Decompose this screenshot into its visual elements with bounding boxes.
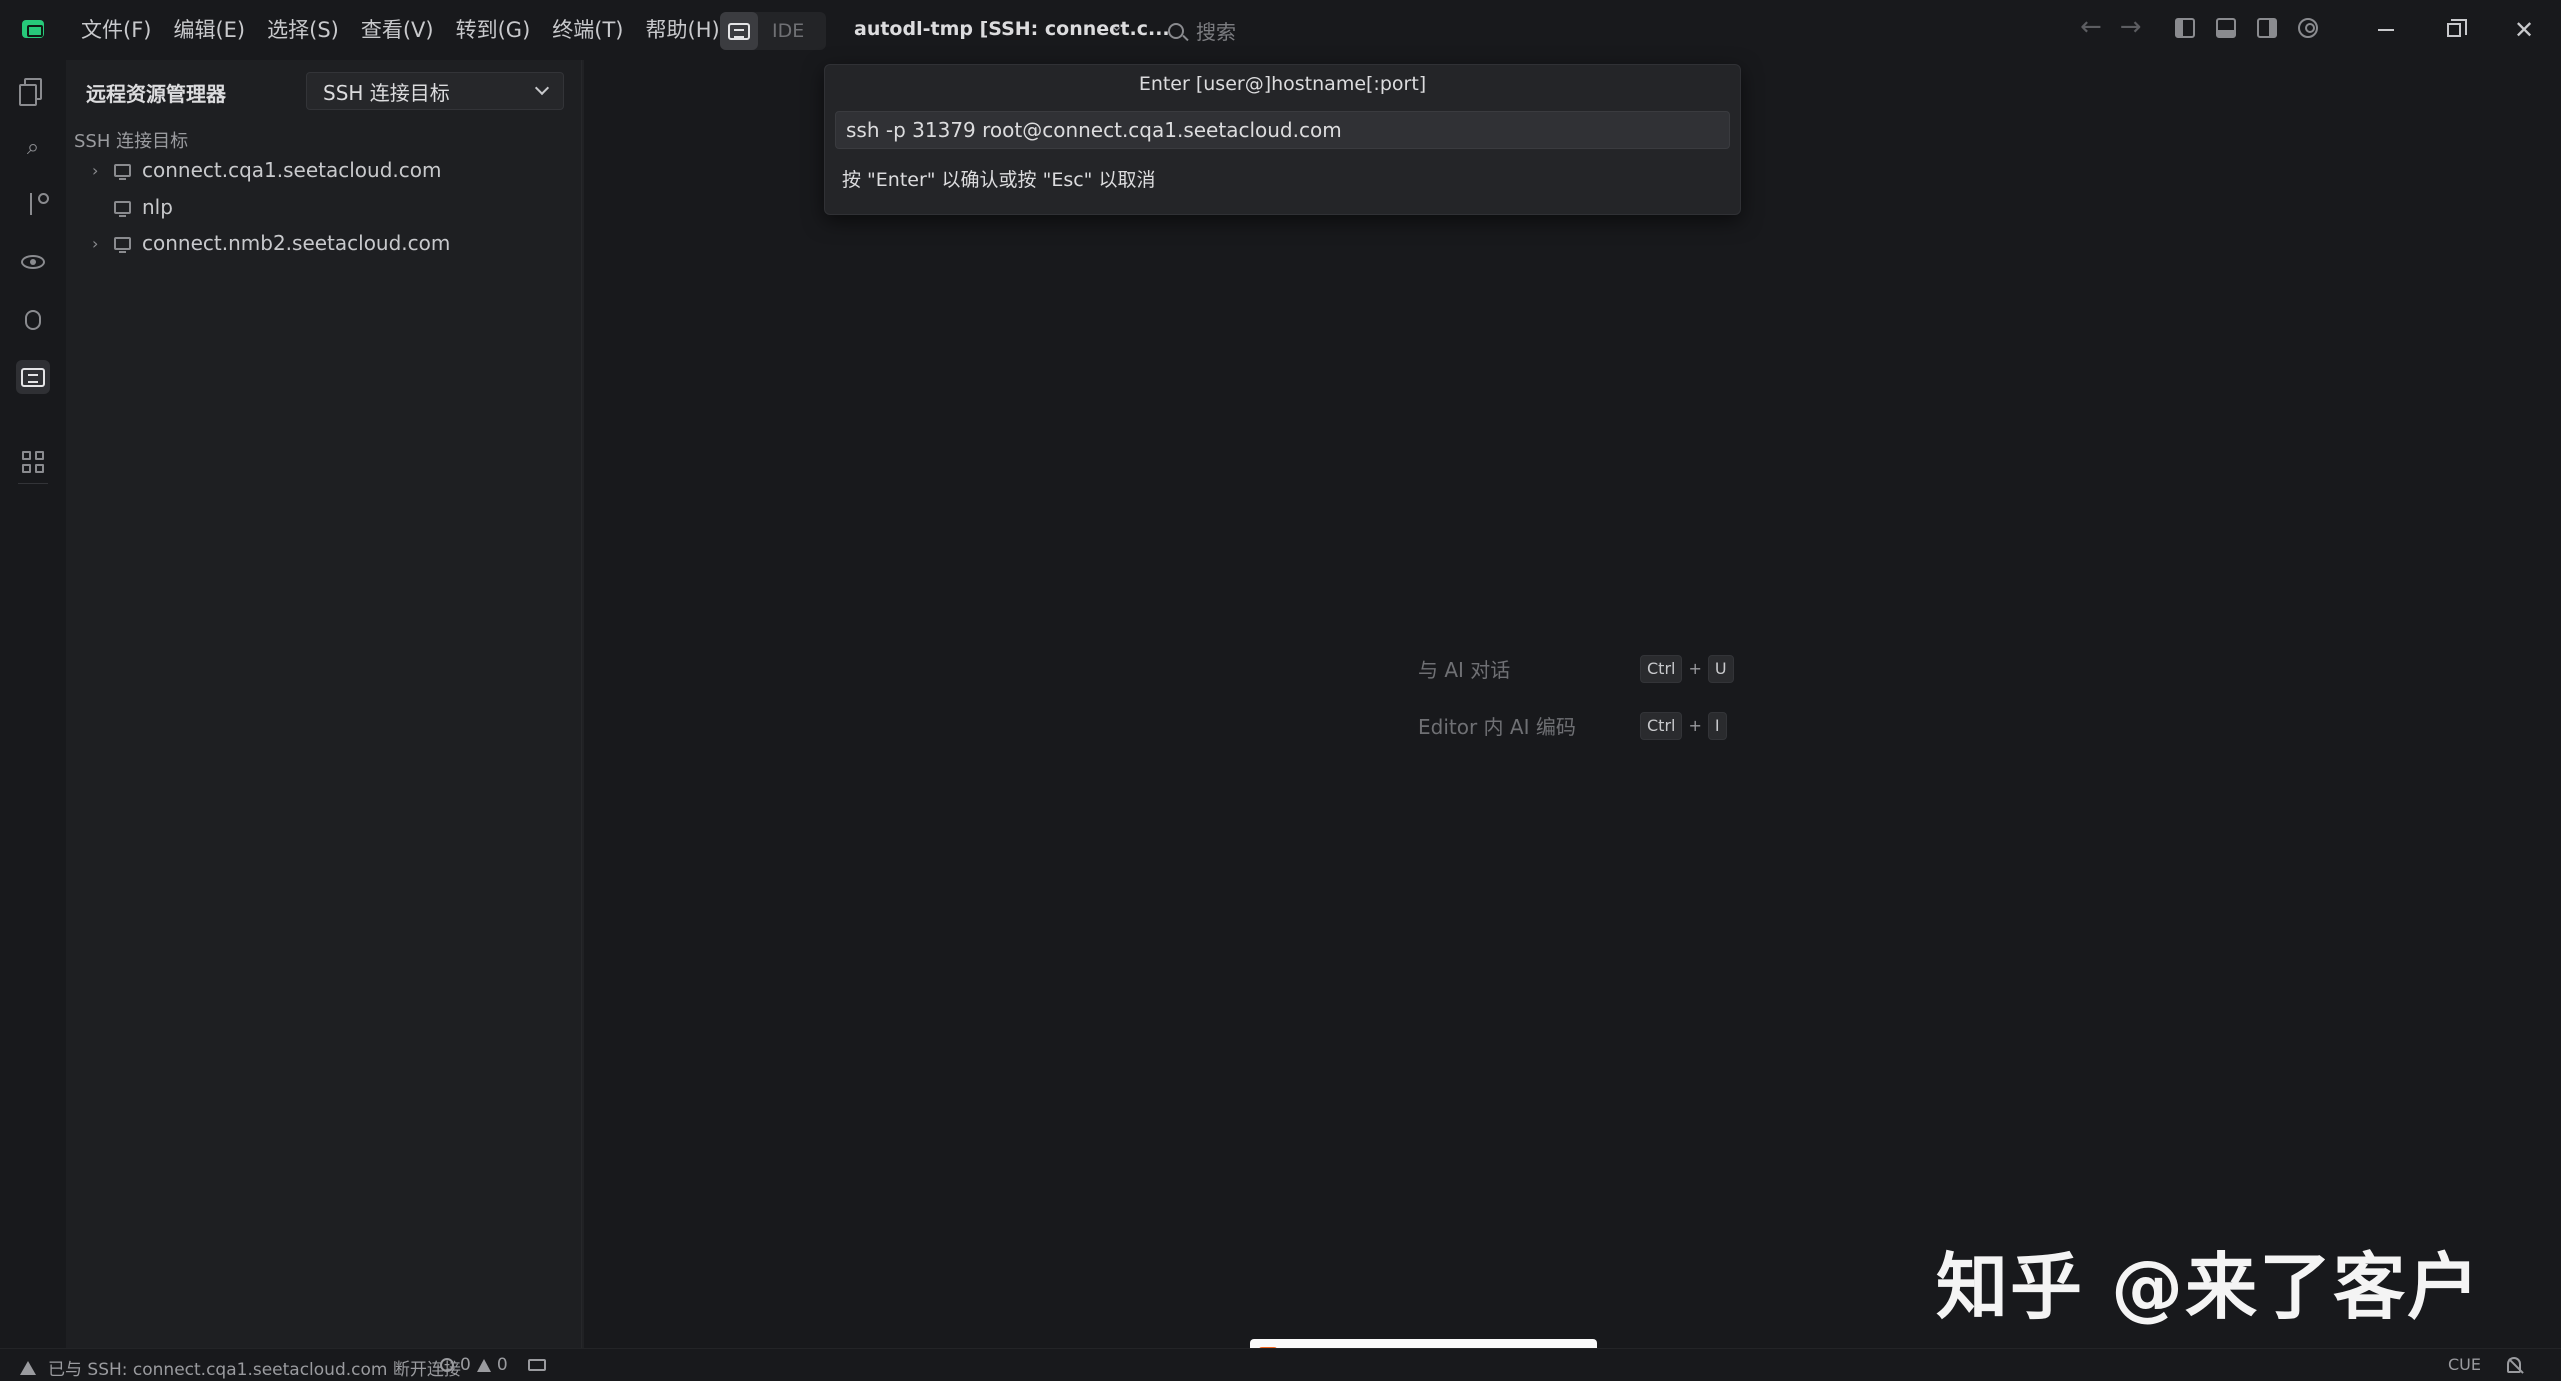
activity-bar: ⌕ [0, 60, 66, 1348]
kbd-key: Ctrl [1640, 654, 1683, 683]
restore-icon [2447, 19, 2467, 37]
toggle-primary-sidebar-icon[interactable] [2175, 18, 2195, 38]
close-button[interactable]: ✕ [2490, 0, 2558, 60]
hint-label: 与 AI 对话 [1418, 658, 1511, 682]
search-icon[interactable]: ⌕ [16, 130, 50, 164]
menu-file[interactable]: 文件(F) [70, 0, 162, 60]
quick-input-title: Enter [user@]hostname[:port] [1138, 73, 1427, 95]
menu-help[interactable]: 帮助(H) [635, 0, 731, 60]
mode-toggle: IDE [720, 12, 826, 50]
ssh-target-item[interactable]: › connect.nmb2.seetacloud.com [66, 226, 582, 260]
remote-explorer-sidebar: 远程资源管理器 SSH 连接目标 SSH 连接目标 › connect.cqa1… [66, 60, 582, 1348]
remote-window-icon [728, 22, 750, 40]
kbd-plus: + [1688, 659, 1702, 678]
notifications-off-icon[interactable] [2507, 1356, 2521, 1373]
chevron-right-icon[interactable]: › [92, 234, 114, 253]
monitor-icon [114, 200, 131, 217]
keyboard-icon[interactable] [527, 1359, 546, 1371]
layout-controls [2175, 18, 2318, 38]
source-control-icon[interactable] [16, 187, 50, 221]
quick-input-dialog: Enter [user@]hostname[:port] 按 "Enter" 以… [824, 64, 1741, 215]
editor-mode-button[interactable] [720, 12, 758, 50]
chevron-down-icon [534, 80, 550, 96]
ssh-target-item[interactable]: › connect.cqa1.seetacloud.com [66, 153, 582, 187]
command-center-search[interactable]: 搜索 [1168, 16, 1236, 45]
monitor-icon [114, 163, 131, 180]
title-bar: 文件(F) 编辑(E) 选择(S) 查看(V) 转到(G) 终端(T) 帮助(H… [0, 0, 2561, 60]
go-back-button[interactable]: ← [2080, 12, 2102, 42]
menu-go[interactable]: 转到(G) [445, 0, 542, 60]
menu-selection[interactable]: 选择(S) [256, 0, 350, 60]
minimize-button[interactable] [2352, 0, 2420, 60]
kbd-plus: + [1688, 716, 1702, 735]
monitor-icon [114, 236, 131, 253]
quick-input-hint: 按 "Enter" 以确认或按 "Esc" 以取消 [842, 169, 1156, 191]
toggle-panel-icon[interactable] [2216, 18, 2236, 38]
editor-area: 与 AI 对话 Ctrl + U Editor 内 AI 编码 Ctrl + I [584, 60, 2561, 1348]
menu-bar: 文件(F) 编辑(E) 选择(S) 查看(V) 转到(G) 终端(T) 帮助(H… [70, 0, 731, 60]
kbd-key: Ctrl [1640, 711, 1683, 740]
ssh-target-label: nlp [142, 195, 173, 219]
status-bar: 已与 SSH: connect.cqa1.seetacloud.com 断开连接… [0, 1348, 2561, 1381]
ide-mode-button[interactable]: IDE [772, 20, 804, 42]
watermark: 知乎 @来了客户 [1936, 1245, 2482, 1329]
ssh-command-input[interactable] [835, 111, 1730, 149]
sidebar-title: 远程资源管理器 [86, 82, 226, 106]
close-icon: ✕ [2513, 16, 2535, 44]
explorer-icon[interactable] [16, 72, 50, 106]
ssh-target-label: connect.cqa1.seetacloud.com [142, 158, 442, 182]
ssh-target-item[interactable]: nlp [66, 190, 582, 224]
ssh-target-label: connect.nmb2.seetacloud.com [142, 231, 451, 255]
chevron-right-icon[interactable]: › [92, 161, 114, 180]
error-count: 0 [460, 1355, 471, 1375]
remote-status[interactable]: 已与 SSH: connect.cqa1.seetacloud.com 断开连接 [20, 1355, 461, 1380]
hint-label: Editor 内 AI 编码 [1418, 715, 1576, 739]
restore-button[interactable] [2420, 0, 2488, 60]
problems-indicator[interactable]: 0 0 [440, 1355, 546, 1375]
account-icon[interactable] [2298, 18, 2318, 38]
activity-divider [18, 483, 48, 484]
app-logo-icon [22, 20, 44, 38]
status-right: CUE [2448, 1355, 2521, 1374]
menu-edit[interactable]: 编辑(E) [162, 0, 256, 60]
cue-indicator[interactable]: CUE [2448, 1355, 2481, 1374]
ai-inline-hint: Editor 内 AI 编码 Ctrl + I [1418, 711, 1727, 740]
go-forward-button[interactable]: → [2120, 12, 2142, 42]
remote-status-text: 已与 SSH: connect.cqa1.seetacloud.com 断开连接 [48, 1360, 461, 1380]
extensions-icon[interactable] [16, 445, 50, 479]
toggle-secondary-sidebar-icon[interactable] [2257, 18, 2277, 38]
warning-icon [476, 1358, 491, 1372]
remote-type-select[interactable]: SSH 连接目标 [306, 72, 564, 110]
debug-icon[interactable] [16, 303, 50, 337]
kbd-key: U [1707, 654, 1734, 683]
remote-type-value: SSH 连接目标 [323, 80, 450, 105]
warning-icon [20, 1360, 36, 1375]
watch-icon[interactable] [16, 245, 50, 279]
navigation-arrows: ← → [2080, 12, 2142, 42]
search-icon [1168, 22, 1184, 39]
menu-terminal[interactable]: 终端(T) [541, 0, 634, 60]
search-placeholder: 搜索 [1196, 20, 1236, 44]
menu-view[interactable]: 查看(V) [350, 0, 445, 60]
warning-count: 0 [496, 1355, 508, 1375]
remote-explorer-icon[interactable] [16, 360, 50, 394]
ai-chat-hint: 与 AI 对话 Ctrl + U [1418, 654, 1734, 683]
error-icon [440, 1358, 454, 1372]
kbd-key: I [1707, 711, 1727, 740]
chevron-down-icon[interactable]: ⌄ [1110, 16, 1123, 35]
ssh-targets-section-header[interactable]: SSH 连接目标 [74, 127, 188, 153]
